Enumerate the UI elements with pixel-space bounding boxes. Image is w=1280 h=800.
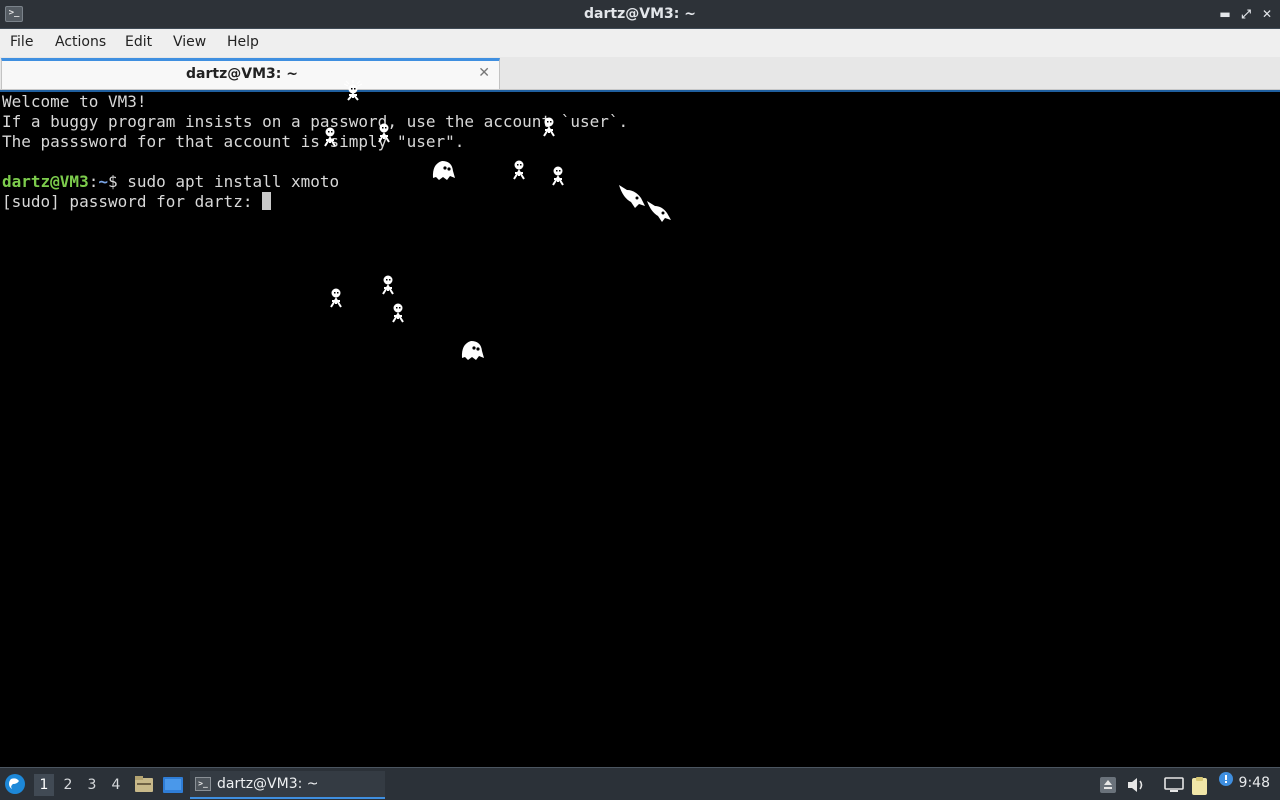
workspace-4[interactable]: 4 [106,774,126,796]
ghost-sprite-icon [461,341,484,360]
skeleton-sprite-icon [382,275,394,295]
notification-icon[interactable] [1217,771,1235,793]
tab-bar: dartz@VM3: ~ ✕ [0,57,1280,90]
workspace-3[interactable]: 3 [82,774,102,796]
skeleton-sprite-icon [343,80,363,101]
command-text: sudo apt install xmoto [127,172,340,191]
minimize-button[interactable]: ▬ [1216,5,1234,23]
terminal-task-icon: >_ [195,777,211,791]
workspace-2[interactable]: 2 [58,774,78,796]
prompt-separator: : [88,172,99,191]
terminal-output[interactable]: Welcome to VM3! If a buggy program insis… [0,80,1280,767]
start-logo-icon [9,778,19,789]
tab-terminal[interactable]: dartz@VM3: ~ ✕ [1,58,500,89]
prompt-path: ~ [98,172,108,191]
skeleton-sprite-icon [324,127,336,147]
flying-creature-sprite-icon [647,201,671,222]
workspace-1[interactable]: 1 [34,774,54,796]
menu-file[interactable]: File [10,34,33,50]
tab-close-icon[interactable]: ✕ [478,65,490,81]
terminal-line-notice-1: If a buggy program insists on a password… [2,112,629,131]
sudo-password-prompt: [sudo] password for dartz: [2,192,263,211]
skeleton-sprite-icon [513,160,525,180]
taskbar-terminal-task[interactable]: >_ dartz@VM3: ~ [190,771,385,799]
start-menu-icon[interactable] [5,774,25,794]
skeleton-sprite-icon [552,166,564,186]
menu-help[interactable]: Help [227,34,259,50]
volume-icon[interactable] [1126,776,1146,794]
clipboard-icon[interactable] [1190,776,1210,796]
file-manager-icon[interactable] [134,775,154,793]
prompt-user: dartz@VM3 [2,172,89,191]
tab-label: dartz@VM3: ~ [186,66,298,82]
terminal-line-command: dartz@VM3:~$ sudo apt install xmoto [2,172,339,192]
window-title: dartz@VM3: ~ [584,6,696,22]
menu-bar: File Actions Edit View Help [0,29,1280,57]
skeleton-sprite-icon [392,303,404,323]
desktop-screen: >_ dartz@VM3: ~ ▬ ⤢ ✕ File Actions Edit … [0,0,1280,800]
prompt-suffix: $ [107,172,128,191]
upload-icon[interactable] [1099,776,1117,794]
task-label: dartz@VM3: ~ [217,776,319,792]
flying-creature-sprite-icon [619,185,645,208]
terminal-line-notice-2: The passsword for that account is simply… [2,132,465,151]
taskbar: 1 2 3 4 >_ dartz@VM3: ~ 9:48 [0,767,1280,800]
terminal-line-sudo: [sudo] password for dartz: [2,192,272,212]
ghost-sprite-icon [432,161,455,180]
skeleton-sprite-icon [330,288,342,308]
close-button[interactable]: ✕ [1258,5,1276,23]
text-cursor [262,192,272,210]
skeleton-sprite-icon [378,123,390,143]
clock[interactable]: 9:48 [1239,775,1270,791]
terminal-line-welcome: Welcome to VM3! [2,92,147,111]
skeleton-sprite-icon [543,117,555,137]
menu-edit[interactable]: Edit [125,34,152,50]
restore-button[interactable]: ⤢ [1237,5,1255,23]
window-titlebar[interactable]: >_ dartz@VM3: ~ ▬ ⤢ ✕ [0,0,1280,29]
menu-actions[interactable]: Actions [55,34,106,50]
network-icon[interactable] [1163,776,1185,794]
show-desktop-icon[interactable] [162,776,184,794]
menu-view[interactable]: View [173,34,206,50]
